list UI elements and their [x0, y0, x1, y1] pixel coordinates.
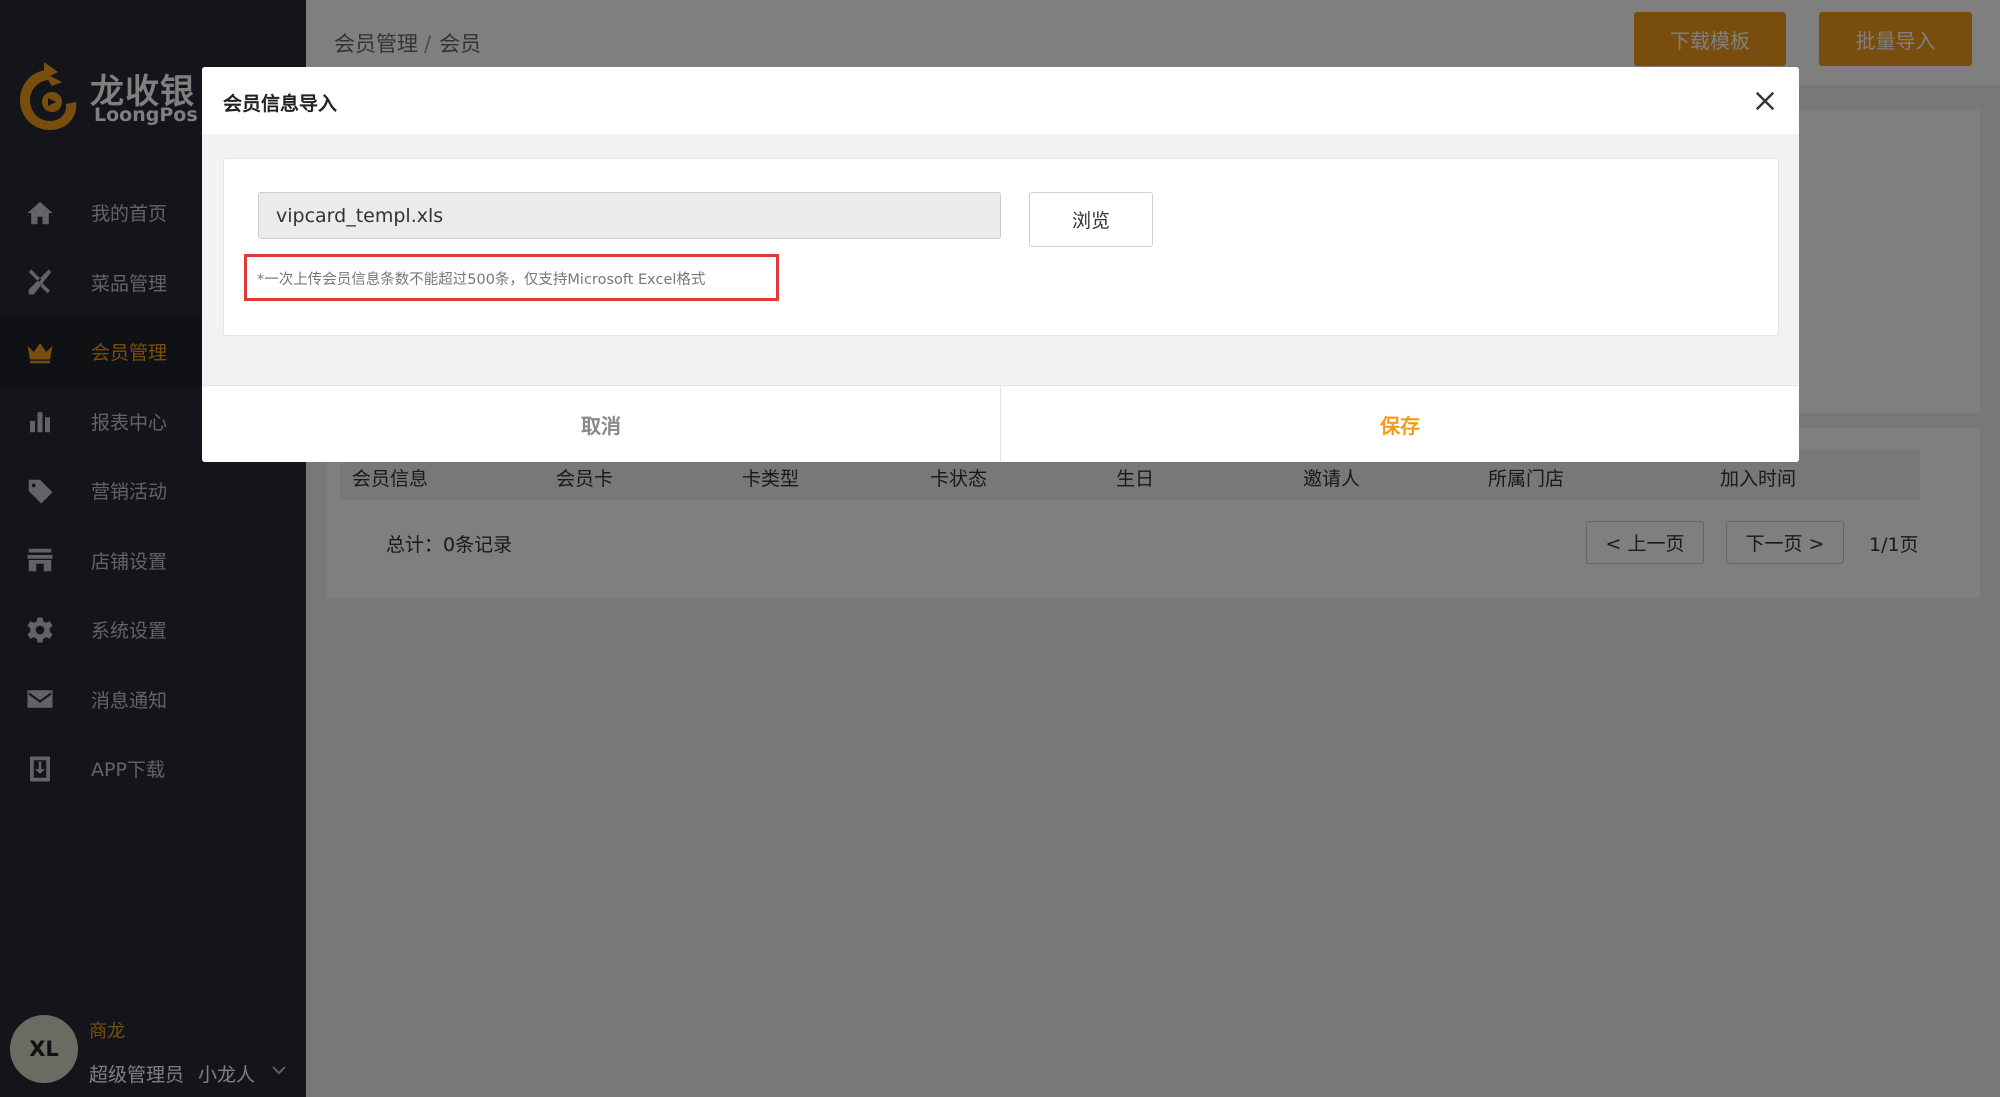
close-icon[interactable]: [1754, 90, 1776, 112]
upload-note: *一次上传会员信息条数不能超过500条，仅支持Microsoft Excel格式: [257, 272, 706, 288]
modal-body: vipcard_templ.xls 浏览 *一次上传会员信息条数不能超过500条…: [223, 158, 1779, 336]
upload-note-highlight: *一次上传会员信息条数不能超过500条，仅支持Microsoft Excel格式: [244, 254, 779, 301]
modal-footer: 取消 保存: [202, 385, 1799, 462]
import-modal: 会员信息导入 vipcard_templ.xls 浏览 *一次上传会员信息条数不…: [202, 67, 1799, 462]
save-button[interactable]: 保存: [1001, 386, 1799, 462]
cancel-button[interactable]: 取消: [202, 386, 1000, 462]
file-path-input[interactable]: vipcard_templ.xls: [258, 192, 1001, 239]
modal-header: 会员信息导入: [202, 67, 1799, 134]
modal-title: 会员信息导入: [223, 93, 338, 115]
browse-button[interactable]: 浏览: [1029, 192, 1153, 247]
